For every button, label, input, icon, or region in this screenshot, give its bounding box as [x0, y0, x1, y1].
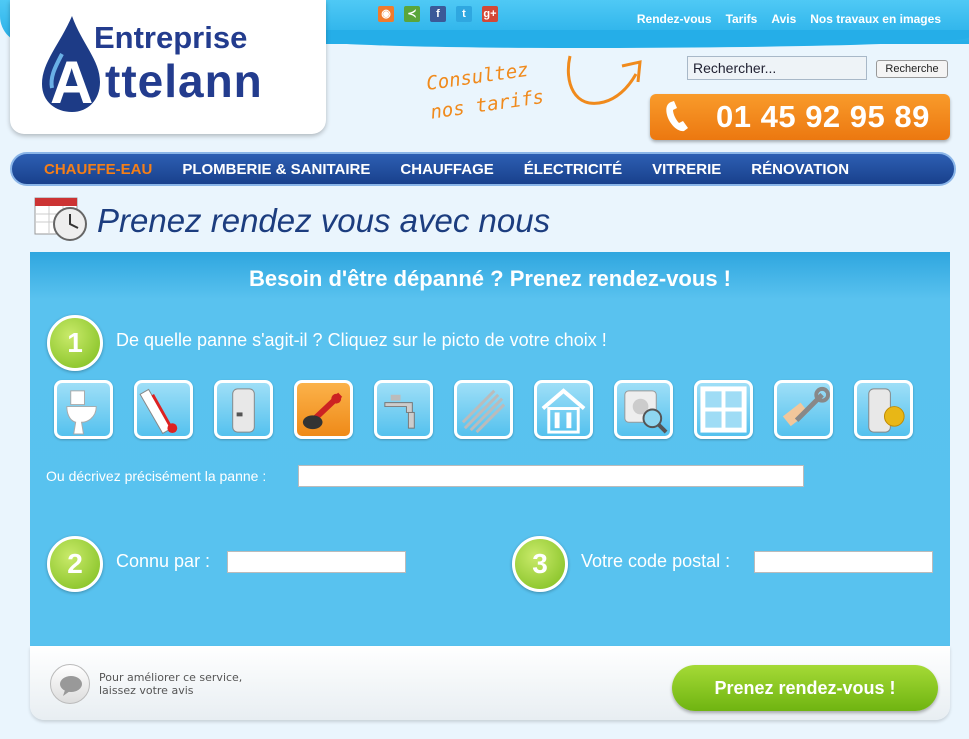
toplink-tarifs[interactable]: Tarifs: [726, 12, 758, 26]
appointment-panel: Besoin d'être dépanné ? Prenez rendez-vo…: [30, 252, 950, 646]
book-appointment-button[interactable]: Prenez rendez-vous !: [672, 665, 938, 711]
wrench-hand-icon[interactable]: [774, 380, 833, 439]
step1-question: De quelle panne s'agit-il ? Cliquez sur …: [116, 330, 607, 350]
picto-list: [54, 380, 913, 439]
speech-bubble-icon[interactable]: [50, 664, 90, 704]
search-input[interactable]: [687, 56, 867, 80]
nav-plomberie[interactable]: PLOMBERIE & SANITAIRE: [182, 161, 370, 178]
water-heater-icon[interactable]: [214, 380, 273, 439]
house-tools-icon-graphic: [541, 388, 586, 434]
twitter-icon[interactable]: t: [456, 6, 472, 22]
nav-chauffage[interactable]: CHAUFFAGE: [400, 161, 493, 178]
share-icon[interactable]: ≺: [404, 6, 420, 22]
panel-heading: Besoin d'être dépanné ? Prenez rendez-vo…: [248, 266, 731, 291]
thermometer-icon[interactable]: [134, 380, 193, 439]
feedback-line2: laissez votre avis: [99, 684, 194, 697]
water-heater-icon-graphic: [232, 388, 255, 433]
postal-code-input[interactable]: [754, 551, 933, 573]
pipes-icon-graphic: [461, 389, 506, 434]
feedback-line1: Pour améliorer ce service,: [99, 671, 243, 684]
toplink-avis[interactable]: Avis: [771, 12, 796, 26]
nav-vitrerie[interactable]: VITRERIE: [652, 161, 721, 178]
logo-letter: A: [50, 49, 94, 116]
wrench-hand-icon-graphic: [782, 386, 830, 427]
socket-magnifier-icon-graphic: [624, 390, 668, 434]
faucet-icon-graphic: [384, 394, 415, 429]
step3-badge: 3: [512, 536, 568, 592]
known-by-input[interactable]: [227, 551, 406, 573]
step2-badge: 2: [47, 536, 103, 592]
certified-heater-icon-graphic: [868, 388, 905, 433]
describe-input[interactable]: [298, 465, 804, 487]
toplink-rendez-vous[interactable]: Rendez-vous: [637, 12, 712, 26]
top-links: Rendez-vous Tarifs Avis Nos travaux en i…: [637, 12, 941, 26]
phone-number: 01 45 92 95 89: [716, 99, 930, 134]
nav-renovation[interactable]: RÉNOVATION: [751, 161, 849, 178]
toilet-icon[interactable]: [54, 380, 113, 439]
toplink-travaux[interactable]: Nos travaux en images: [810, 12, 941, 26]
house-tools-icon[interactable]: [534, 380, 593, 439]
main-nav: CHAUFFE-EAU PLOMBERIE & SANITAIRE CHAUFF…: [10, 152, 956, 186]
socket-magnifier-icon[interactable]: [614, 380, 673, 439]
window-icon-graphic: [700, 386, 747, 433]
comment-icon: [60, 676, 82, 696]
phone-banner[interactable]: 01 45 92 95 89: [650, 94, 950, 140]
page-title: Prenez rendez vous avec nous: [97, 202, 551, 239]
promo-text[interactable]: Consultez nos tarifs: [425, 54, 546, 127]
plunger-icon[interactable]: [294, 380, 353, 439]
step3-label: Votre code postal :: [581, 551, 731, 571]
top-wave: [320, 30, 969, 48]
describe-label: Ou décrivez précisément la panne :: [46, 468, 267, 484]
pipes-icon[interactable]: [454, 380, 513, 439]
step1-badge: 1: [47, 315, 103, 371]
rss-icon[interactable]: ◉: [378, 6, 394, 22]
phone-icon: [666, 101, 688, 132]
certified-heater-icon[interactable]: [854, 380, 913, 439]
logo-line1: Entreprise: [94, 20, 248, 55]
facebook-icon[interactable]: f: [430, 6, 446, 22]
logo-line2: ttelann: [105, 55, 263, 107]
toilet-icon-graphic: [66, 390, 97, 435]
feedback-text[interactable]: Pour améliorer ce service, laissez votre…: [99, 671, 242, 697]
search-button[interactable]: Recherche: [876, 60, 948, 78]
window-icon[interactable]: [694, 380, 753, 439]
faucet-icon[interactable]: [374, 380, 433, 439]
nav-electricite[interactable]: ÉLECTRICITÉ: [524, 161, 622, 178]
googleplus-icon[interactable]: g+: [482, 6, 498, 22]
curved-arrow-icon: [566, 55, 642, 105]
nav-chauffe-eau[interactable]: CHAUFFE-EAU: [44, 161, 152, 178]
step2-label: Connu par :: [116, 551, 211, 571]
panel-footer: Pour améliorer ce service, laissez votre…: [30, 646, 950, 720]
logo[interactable]: Entreprise A ttelann: [10, 0, 326, 134]
calendar-clock-icon: [34, 197, 87, 241]
plunger-icon-graphic: [302, 392, 343, 430]
thermometer-icon-graphic: [139, 388, 178, 435]
